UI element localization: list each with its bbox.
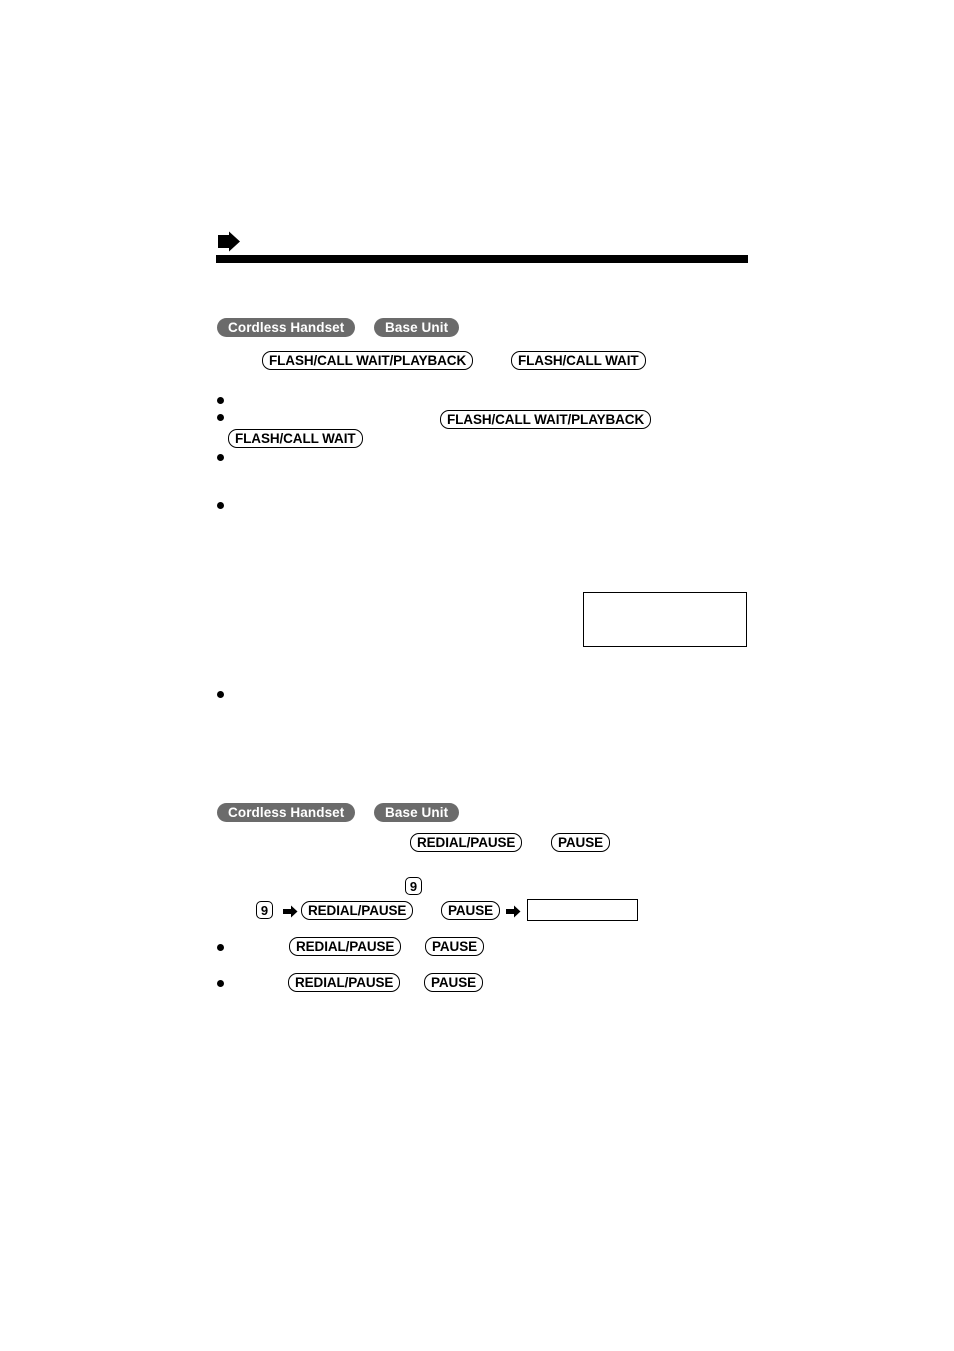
key-flash-call-wait[interactable]: FLASH/CALL WAIT: [511, 351, 646, 370]
note-bullet: [217, 502, 224, 509]
right-arrow-icon: [217, 231, 241, 253]
key-redial-pause[interactable]: REDIAL/PAUSE: [301, 901, 414, 920]
key-digit-9[interactable]: 9: [256, 901, 273, 919]
note-bullet: [217, 454, 224, 461]
display-box: [527, 899, 638, 921]
key-digit-9[interactable]: 9: [405, 877, 422, 895]
key-pause[interactable]: PAUSE: [425, 937, 485, 956]
key-pause[interactable]: PAUSE: [551, 833, 611, 852]
manual-page: Cordless Handset Base Unit FLASH/CALL WA…: [0, 0, 954, 1351]
note-bullet: [217, 414, 224, 421]
key-redial-pause[interactable]: REDIAL/PAUSE: [410, 833, 523, 852]
device-badge-cordless-handset: Cordless Handset: [217, 318, 356, 337]
device-badge-base-unit: Base Unit: [374, 803, 460, 822]
key-flash-call-wait[interactable]: FLASH/CALL WAIT: [228, 429, 363, 448]
arrow-right-icon: [283, 905, 298, 918]
key-pause[interactable]: PAUSE: [441, 901, 501, 920]
note-bullet: [217, 944, 224, 951]
note-bullet: [217, 980, 224, 987]
arrow-right-icon: [506, 905, 521, 918]
key-redial-pause[interactable]: REDIAL/PAUSE: [288, 973, 401, 992]
key-pause[interactable]: PAUSE: [424, 973, 484, 992]
note-bullet: [217, 397, 224, 404]
key-flash-call-wait-playback[interactable]: FLASH/CALL WAIT/PLAYBACK: [262, 351, 474, 370]
section-heading-rule: [216, 255, 748, 263]
device-badge-cordless-handset: Cordless Handset: [217, 803, 356, 822]
device-badge-base-unit: Base Unit: [374, 318, 460, 337]
display-box: [583, 592, 747, 647]
key-redial-pause[interactable]: REDIAL/PAUSE: [289, 937, 402, 956]
note-bullet: [217, 691, 224, 698]
key-flash-call-wait-playback[interactable]: FLASH/CALL WAIT/PLAYBACK: [440, 410, 652, 429]
